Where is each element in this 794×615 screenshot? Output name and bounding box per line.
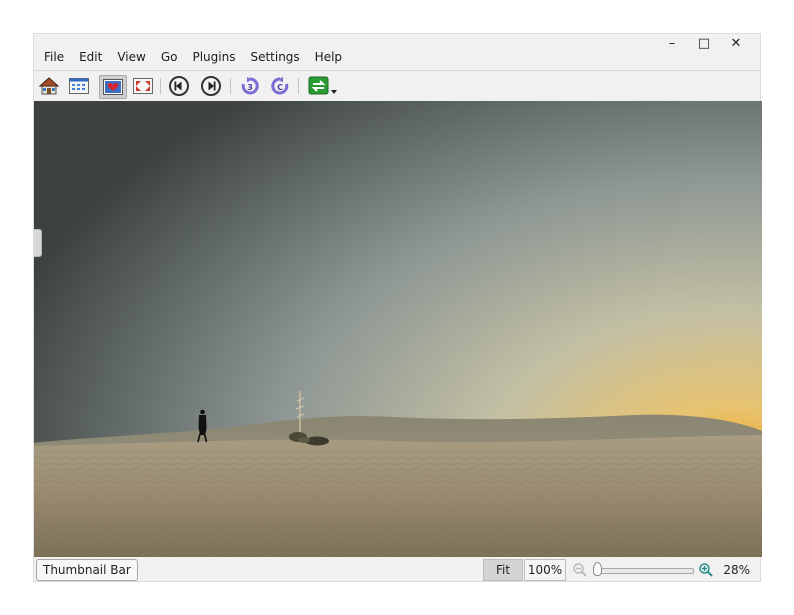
menu-plugins[interactable]: Plugins xyxy=(192,50,235,64)
rotate-right-icon: C xyxy=(271,77,289,95)
preview-button[interactable] xyxy=(99,75,127,99)
thumbnail-bar-button[interactable]: Thumbnail Bar xyxy=(36,559,138,581)
image-viewer-window: File Edit View Go Plugins Settings Help … xyxy=(33,33,762,583)
menu-file[interactable]: File xyxy=(44,50,64,64)
toolbar-separator xyxy=(298,78,299,94)
menu-settings[interactable]: Settings xyxy=(250,50,299,64)
zoom-100-button[interactable]: 100% xyxy=(524,559,566,581)
preview-icon xyxy=(103,79,123,95)
rotate-left-button[interactable]: 3 xyxy=(238,75,262,97)
zoom-level: 28% xyxy=(723,563,750,577)
home-button[interactable] xyxy=(37,75,61,97)
previous-button[interactable] xyxy=(167,75,191,97)
svg-text:C: C xyxy=(277,83,283,92)
next-icon xyxy=(201,76,221,96)
menu-bar: File Edit View Go Plugins Settings Help … xyxy=(34,34,760,70)
menu: File Edit View Go Plugins Settings Help xyxy=(44,50,357,64)
home-icon xyxy=(39,77,59,95)
zoom-out-icon[interactable] xyxy=(572,562,588,578)
sidebar-handle[interactable] xyxy=(34,229,42,257)
toolbar: 3 C xyxy=(34,70,760,101)
menu-edit[interactable]: Edit xyxy=(79,50,102,64)
fullscreen-icon xyxy=(133,78,153,94)
image-canvas[interactable] xyxy=(34,101,762,557)
desert-photo xyxy=(34,101,762,557)
fit-button[interactable]: Fit xyxy=(483,559,523,581)
status-bar: Thumbnail Bar Fit 100% 28% xyxy=(34,557,760,583)
rotate-right-button[interactable]: C xyxy=(268,75,292,97)
svg-text:3: 3 xyxy=(247,83,253,92)
minimize-button[interactable]: – xyxy=(656,34,688,54)
zoom-slider-track[interactable] xyxy=(600,568,694,574)
thumbnail-view-button[interactable] xyxy=(67,75,91,97)
zoom-in-icon[interactable] xyxy=(698,562,714,578)
menu-view[interactable]: View xyxy=(117,50,145,64)
next-button[interactable] xyxy=(199,75,223,97)
thumbnail-view-icon xyxy=(69,78,89,94)
menu-help[interactable]: Help xyxy=(315,50,342,64)
menu-go[interactable]: Go xyxy=(161,50,178,64)
previous-icon xyxy=(169,76,189,96)
fullscreen-button[interactable] xyxy=(131,75,155,97)
maximize-button[interactable]: □ xyxy=(688,34,720,54)
export-icon xyxy=(308,76,337,95)
toolbar-separator xyxy=(160,78,161,94)
window-controls: – □ ✕ xyxy=(656,34,752,54)
rotate-left-icon: 3 xyxy=(241,77,259,95)
close-button[interactable]: ✕ xyxy=(720,34,752,54)
toolbar-separator xyxy=(230,78,231,94)
zoom-slider-handle[interactable] xyxy=(593,562,602,576)
export-button[interactable] xyxy=(306,75,340,97)
